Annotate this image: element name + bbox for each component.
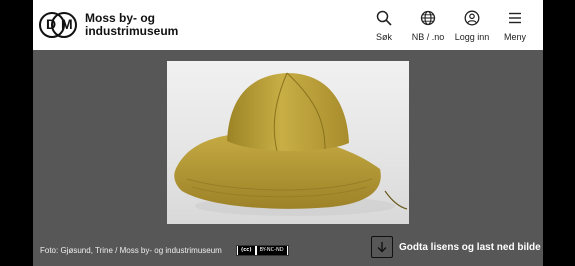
search-icon	[376, 10, 392, 26]
logo-text: Moss by- og industrimuseum	[85, 12, 181, 38]
search-label: Søk	[375, 32, 392, 42]
left-margin	[0, 0, 33, 266]
object-photo[interactable]	[167, 61, 409, 224]
license-badge[interactable]: (cc) BY-NC-ND	[236, 245, 289, 256]
menu-label: Meny	[503, 32, 526, 42]
logo[interactable]: D M Moss by- og industrimuseum	[39, 12, 181, 38]
download-label: Godta lisens og last ned bilde	[399, 241, 541, 253]
language-button[interactable]: NB / .no	[406, 0, 450, 42]
download-button[interactable]: Godta lisens og last ned bilde	[371, 236, 541, 258]
globe-icon	[420, 10, 436, 26]
user-icon	[464, 10, 480, 26]
download-icon	[371, 236, 393, 258]
logo-letter-d: D	[46, 16, 57, 32]
logo-letter-m: M	[61, 16, 73, 32]
login-label: Logg inn	[454, 32, 490, 42]
site-header: D M Moss by- og industrimuseum Søk NB / …	[33, 0, 543, 50]
logo-mark-icon: D M	[39, 12, 77, 38]
license-terms: BY-NC-ND	[256, 246, 287, 255]
login-button[interactable]: Logg inn	[451, 0, 493, 42]
search-button[interactable]: Søk	[369, 0, 399, 42]
page: D M Moss by- og industrimuseum Søk NB / …	[33, 0, 543, 266]
hamburger-icon	[509, 12, 521, 24]
language-label: NB / .no	[411, 32, 445, 42]
photo-caption: Foto: Gjøsund, Trine / Moss by- og indus…	[40, 246, 222, 255]
menu-button[interactable]: Meny	[498, 0, 532, 42]
hat-image	[174, 72, 408, 216]
logo-text-line2: industrimuseum	[85, 24, 179, 38]
right-margin	[543, 0, 575, 266]
cc-icon: (cc)	[238, 246, 255, 255]
